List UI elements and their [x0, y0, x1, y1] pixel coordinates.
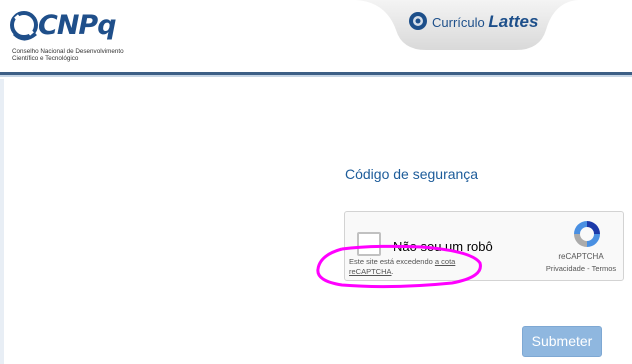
- logo-subtitle: Conselho Nacional de Desenvolvimento Cie…: [12, 48, 132, 62]
- page-header: CNPq Conselho Nacional de Desenvolviment…: [0, 0, 632, 72]
- annotation-highlight: [316, 244, 482, 289]
- curriculo-label: Currículo: [432, 15, 485, 30]
- logo-subtitle-line1: Conselho Nacional de Desenvolvimento: [12, 48, 124, 55]
- cnpq-logo[interactable]: CNPq Conselho Nacional de Desenvolviment…: [10, 8, 130, 68]
- side-shade: [0, 79, 4, 364]
- lattes-label: Lattes: [488, 12, 539, 31]
- curriculo-lattes-title[interactable]: Currículo Lattes: [432, 12, 538, 32]
- cnpq-logo-icon: [10, 11, 38, 41]
- section-title: Código de segurança: [345, 166, 479, 182]
- logo-subtitle-line2: Científico e Tecnológico: [12, 55, 79, 62]
- privacy-link[interactable]: Privacidade: [546, 264, 585, 273]
- header-divider-light: [0, 75, 632, 77]
- lattes-icon: [409, 12, 427, 30]
- recaptcha-logo-icon: [574, 221, 600, 247]
- submit-button[interactable]: Submeter: [522, 326, 602, 357]
- logo-text: CNPq: [38, 10, 117, 41]
- terms-link[interactable]: Termos: [592, 264, 617, 273]
- recaptcha-brand: reCAPTCHA: [558, 252, 604, 261]
- recaptcha-links: Privacidade - Termos: [537, 264, 625, 273]
